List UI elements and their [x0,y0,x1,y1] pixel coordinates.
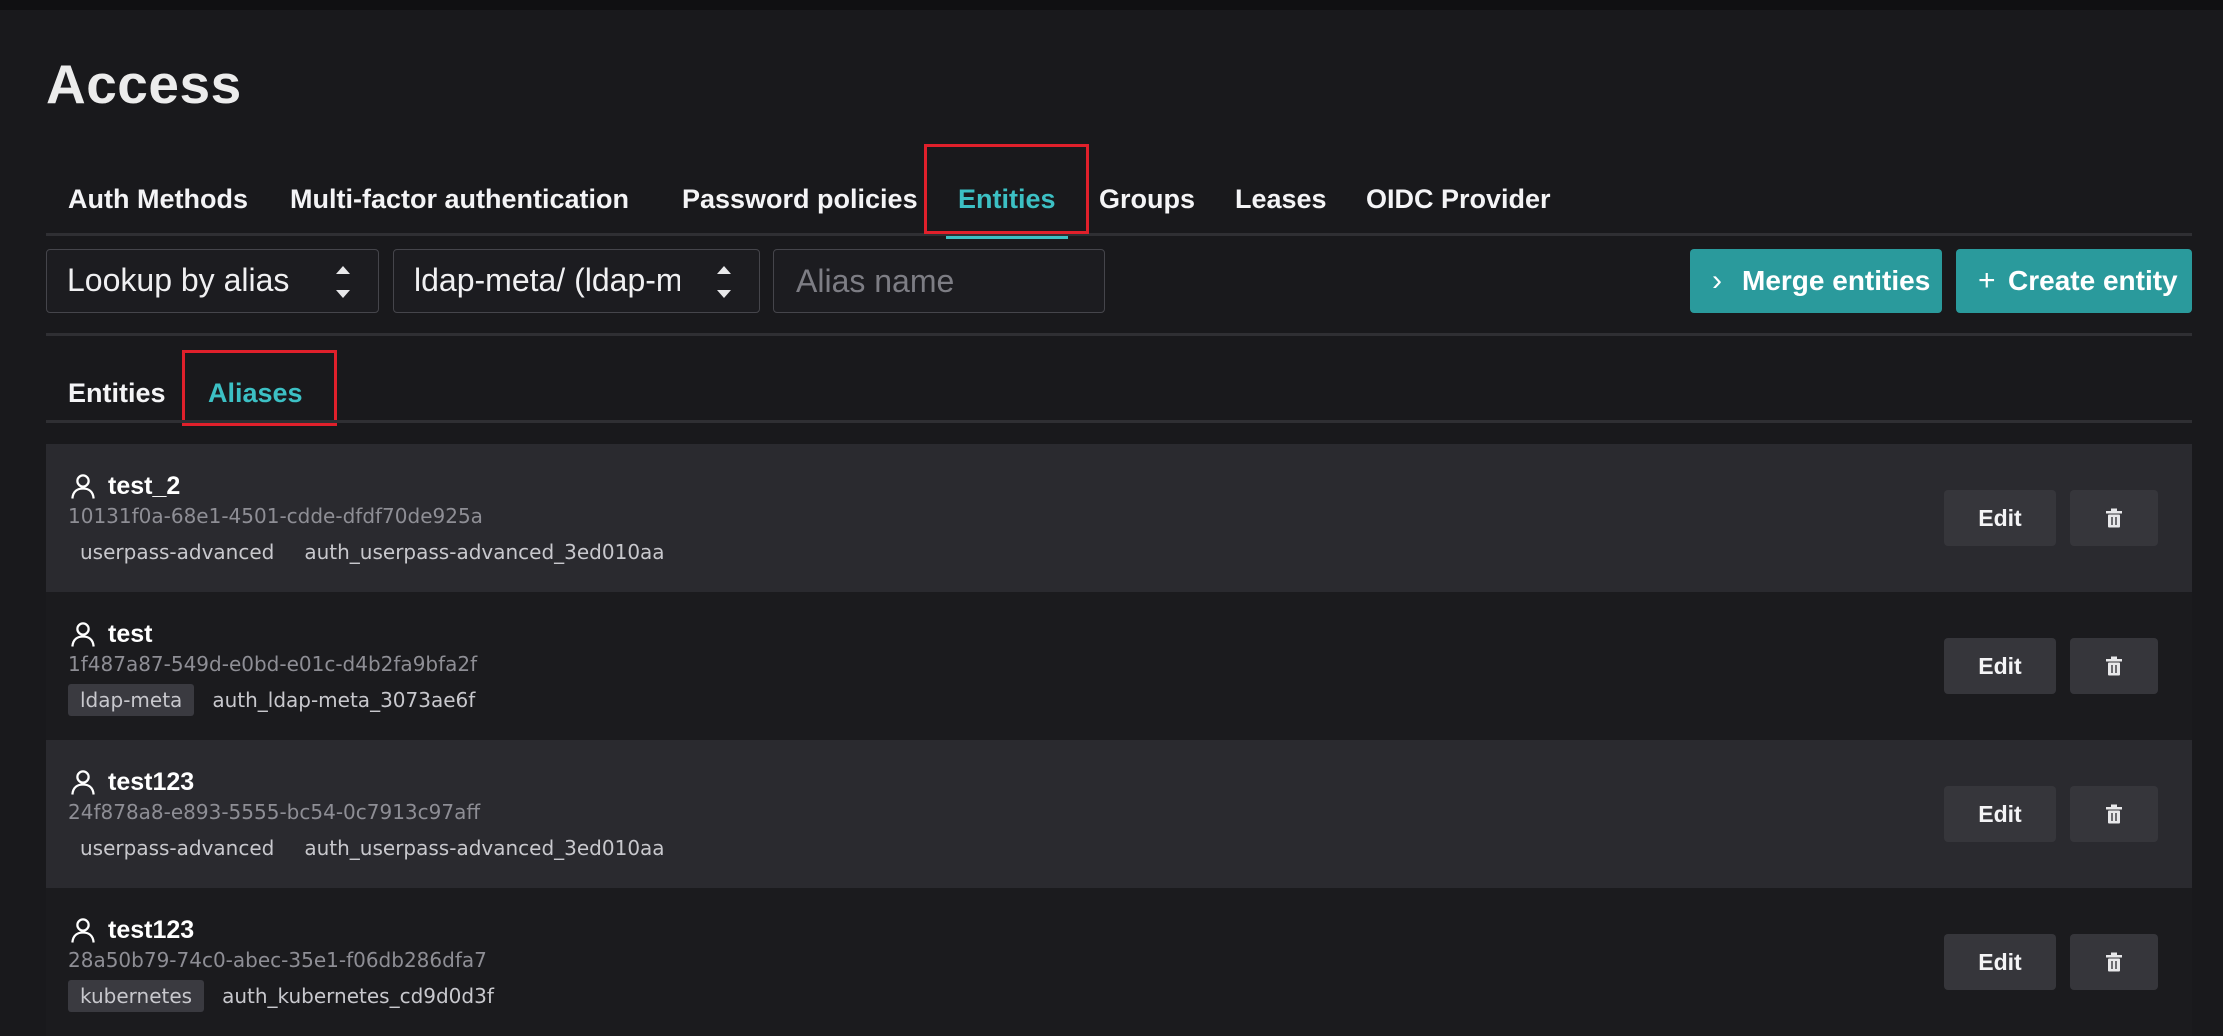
tab-leases[interactable]: Leases [1235,158,1327,236]
mount-type-tag: ldap-meta [68,684,195,716]
subtab-aliases[interactable]: Aliases [208,360,303,426]
merge-entities-label: Merge entities [1742,265,1931,296]
list-item[interactable]: test_2 10131f0a-68e1-4501-cdde-dfdf70de9… [46,444,2192,592]
select-arrows-icon [334,262,352,302]
tab-password-policies[interactable]: Password policies [682,158,918,236]
user-icon [71,622,95,647]
trash-icon [2106,508,2122,528]
select-arrows-icon [715,262,733,302]
trash-icon [2106,952,2122,972]
tab-entities[interactable]: Entities [936,158,1078,239]
mount-type-tag: kubernetes [68,980,205,1012]
delete-button[interactable] [2070,490,2158,546]
alias-name: test_2 [108,471,181,500]
tab-auth-methods[interactable]: Auth Methods [68,158,248,236]
chevron-right-icon: › [1712,264,1722,297]
alias-name-line: test123 [68,912,194,948]
delete-button[interactable] [2070,934,2158,990]
edit-button[interactable]: Edit [1944,786,2056,842]
user-icon [71,474,95,499]
alias-mount-info: userpass-advanced auth_userpass-advanced… [68,832,665,864]
subtab-entities[interactable]: Entities [68,360,166,426]
mount-accessor: auth_kubernetes_cd9d0d3f [222,984,494,1008]
top-bar [0,0,2223,10]
list-item[interactable]: test 1f487a87-549d-e0bd-e01c-d4b2fa9bfa2… [46,592,2192,740]
alias-mount-info: ldap-meta auth_ldap-meta_3073ae6f [68,684,475,716]
mount-select-value: ldap-meta/ (ldap-meta) [414,262,680,298]
edit-button[interactable]: Edit [1944,490,2056,546]
alias-id: 10131f0a-68e1-4501-cdde-dfdf70de925a [68,504,483,528]
list-item[interactable]: test123 24f878a8-e893-5555-bc54-0c7913c9… [46,740,2192,888]
alias-name: test123 [108,767,195,796]
alias-id: 1f487a87-549d-e0bd-e01c-d4b2fa9bfa2f [68,652,478,676]
edit-button[interactable]: Edit [1944,934,2056,990]
mount-select[interactable]: ldap-meta/ (ldap-meta) [393,249,760,313]
alias-name-line: test123 [68,764,194,800]
mount-accessor: auth_userpass-advanced_3ed010aa [304,540,665,564]
access-tabs: Auth Methods Multi-factor authentication… [46,158,2192,239]
lookup-select[interactable]: Lookup by alias [46,249,379,313]
alias-mount-info: userpass-advanced auth_userpass-advanced… [68,536,665,568]
tab-multi-factor-authentication[interactable]: Multi-factor authentication [290,158,629,236]
edit-button[interactable]: Edit [1944,638,2056,694]
alias-name-line: test_2 [68,468,180,504]
mount-type-tag: userpass-advanced [80,540,275,564]
alias-name: test [108,619,153,648]
alias-name: test123 [108,915,195,944]
user-icon [71,918,95,943]
delete-button[interactable] [2070,786,2158,842]
mount-accessor: auth_ldap-meta_3073ae6f [212,688,476,712]
subtab-divider [46,420,2192,423]
tab-oidc-provider[interactable]: OIDC Provider [1366,158,1551,236]
mount-accessor: auth_userpass-advanced_3ed010aa [304,836,665,860]
merge-entities-button[interactable]: › Merge entities [1690,249,1942,313]
mount-type-tag: userpass-advanced [80,836,275,860]
tab-entities-label: Entities [958,184,1056,214]
trash-icon [2106,656,2122,676]
alias-id: 24f878a8-e893-5555-bc54-0c7913c97aff [68,800,481,824]
alias-mount-info: kubernetes auth_kubernetes_cd9d0d3f [68,980,494,1012]
list-item[interactable]: test123 28a50b79-74c0-abec-35e1-f06db286… [46,888,2192,1036]
create-entity-label: Create entity [2008,265,2178,296]
active-tab-underline [946,236,1068,239]
tab-groups[interactable]: Groups [1099,158,1195,236]
trash-icon [2106,804,2122,824]
alias-id: 28a50b79-74c0-abec-35e1-f06db286dfa7 [68,948,487,972]
plus-icon: + [1978,264,1996,297]
toolbar-divider [46,333,2192,336]
alias-name-input[interactable] [773,249,1105,313]
delete-button[interactable] [2070,638,2158,694]
alias-name-line: test [68,616,152,652]
page-title: Access [46,53,242,115]
user-icon [71,770,95,795]
create-entity-button[interactable]: + Create entity [1956,249,2192,313]
lookup-select-value: Lookup by alias [67,262,290,298]
